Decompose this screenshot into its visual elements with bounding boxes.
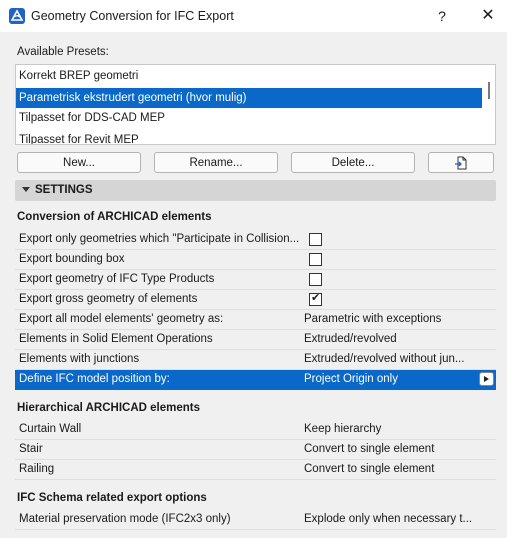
- setting-row[interactable]: Stair Convert to single element: [15, 440, 496, 460]
- section-title-schema: IFC Schema related export options: [17, 492, 207, 504]
- setting-label: Export all model elements' geometry as:: [19, 313, 224, 325]
- window-title: Geometry Conversion for IFC Export: [31, 9, 234, 23]
- setting-label: Export geometry of IFC Type Products: [19, 273, 215, 285]
- list-scrollbar-thumb[interactable]: [488, 82, 490, 99]
- setting-row[interactable]: Export only geometries which "Participat…: [15, 230, 496, 250]
- arrow-right-icon: [484, 376, 489, 382]
- setting-label: Curtain Wall: [19, 423, 82, 435]
- close-button[interactable]: ✕: [478, 6, 498, 26]
- section-title-conversion: Conversion of ARCHICAD elements: [17, 211, 212, 223]
- delete-preset-button[interactable]: Delete...: [291, 152, 415, 173]
- setting-value[interactable]: Convert to single element: [304, 443, 479, 455]
- setting-value[interactable]: Keep hierarchy: [304, 423, 479, 435]
- preset-item-selected[interactable]: Parametrisk ekstrudert geometri (hvor mu…: [16, 88, 482, 108]
- setting-label: Elements in Solid Element Operations: [19, 333, 213, 345]
- participate-collision-checkbox[interactable]: [309, 233, 322, 246]
- bounding-box-checkbox[interactable]: [309, 253, 322, 266]
- setting-row[interactable]: Export geometry of IFC Type Products: [15, 270, 496, 290]
- setting-row[interactable]: Export bounding box: [15, 250, 496, 270]
- title-bar: Geometry Conversion for IFC Export ? ✕: [0, 0, 507, 32]
- setting-value[interactable]: Convert to single element: [304, 463, 479, 475]
- rename-preset-button[interactable]: Rename...: [154, 152, 278, 173]
- section-title-hierarchical: Hierarchical ARCHICAD elements: [17, 402, 200, 414]
- available-presets-label: Available Presets:: [17, 46, 109, 58]
- gross-geometry-checkbox[interactable]: ✔: [309, 292, 322, 306]
- setting-label: Stair: [19, 443, 43, 455]
- help-button[interactable]: ?: [432, 6, 452, 26]
- setting-row[interactable]: Elements with junctions Extruded/revolve…: [15, 350, 496, 370]
- new-preset-button[interactable]: New...: [17, 152, 141, 173]
- setting-label: Export gross geometry of elements: [19, 293, 198, 305]
- setting-row[interactable]: Material preservation mode (IFC2x3 only)…: [15, 510, 496, 530]
- setting-label: Elements with junctions: [19, 353, 140, 365]
- settings-header-label: SETTINGS: [35, 184, 93, 196]
- presets-list[interactable]: Korrekt BREP geometri Parametrisk ekstru…: [15, 64, 496, 145]
- setting-label: Export only geometries which "Participat…: [19, 233, 300, 245]
- setting-label: Define IFC model position by:: [19, 373, 170, 385]
- setting-value[interactable]: Explode only when necessary t...: [304, 513, 479, 525]
- settings-panel-header[interactable]: SETTINGS: [15, 180, 496, 201]
- setting-row[interactable]: Railing Convert to single element: [15, 460, 496, 480]
- setting-row[interactable]: Export gross geometry of elements ✔: [15, 290, 496, 310]
- setting-row-selected[interactable]: Define IFC model position by: Project Or…: [15, 370, 496, 390]
- import-preset-button[interactable]: [428, 152, 494, 173]
- preset-item[interactable]: Korrekt BREP geometri: [16, 66, 482, 86]
- option-popup-button[interactable]: [479, 372, 494, 386]
- type-products-checkbox[interactable]: [309, 273, 322, 286]
- setting-row[interactable]: Export all model elements' geometry as: …: [15, 310, 496, 330]
- setting-row[interactable]: Elements in Solid Element Operations Ext…: [15, 330, 496, 350]
- collapse-triangle-icon: [22, 187, 30, 192]
- setting-label: Export bounding box: [19, 253, 125, 265]
- import-file-icon: [455, 156, 467, 170]
- setting-value[interactable]: Extruded/revolved: [304, 333, 479, 345]
- setting-row[interactable]: Curtain Wall Keep hierarchy: [15, 420, 496, 440]
- setting-value[interactable]: Extruded/revolved without jun...: [304, 353, 479, 365]
- checkmark-icon: ✔: [311, 292, 321, 304]
- archicad-app-icon: [9, 8, 25, 24]
- preset-item[interactable]: Tilpasset for Revit MEP: [16, 130, 482, 144]
- preset-item[interactable]: Tilpasset for DDS-CAD MEP: [16, 108, 482, 128]
- setting-value[interactable]: Parametric with exceptions: [304, 313, 479, 325]
- setting-value[interactable]: Project Origin only: [304, 373, 479, 385]
- setting-label: Material preservation mode (IFC2x3 only): [19, 513, 231, 525]
- setting-label: Railing: [19, 463, 55, 475]
